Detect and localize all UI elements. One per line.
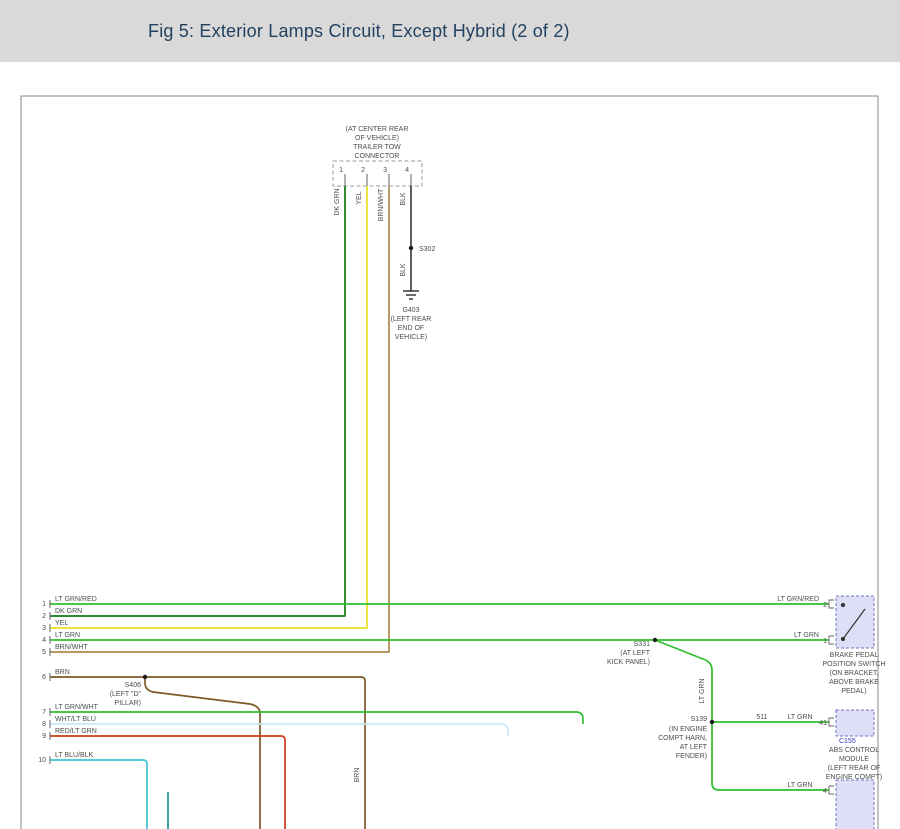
splice-label-s331: S331 — [634, 641, 650, 648]
pin-tick — [829, 600, 834, 608]
wire-label-dk-grn-vertical: DK GRN — [334, 188, 341, 215]
wire-lt-blu-blk — [50, 760, 147, 829]
wire-number: 1 — [42, 601, 46, 608]
wire-number: 2 — [42, 613, 46, 620]
wire-number: 4 — [42, 637, 46, 644]
wire-label-brn-wht-vertical: BRN/WHT — [378, 188, 385, 221]
wire-label-yel-vertical: YEL — [356, 191, 363, 204]
wire-label-blk-lower: BLK — [400, 263, 407, 277]
svg-text:OF VEHICLE): OF VEHICLE) — [355, 135, 399, 142]
wire-number: 7 — [42, 709, 46, 716]
pin-tick — [829, 718, 834, 726]
svg-text:PEDAL): PEDAL) — [841, 688, 866, 695]
wire-yel — [50, 186, 367, 628]
wire-label-lt-grn-vertical: LT GRN — [699, 678, 706, 703]
pin-number: 2 — [361, 167, 365, 174]
wire-number: 6 — [42, 674, 46, 681]
svg-text:(LEFT REAR OF: (LEFT REAR OF — [828, 765, 880, 772]
wire-label: WHT/LT BLU — [55, 716, 96, 723]
connector-label-c155[interactable]: C155 — [839, 738, 856, 745]
wire-brn-s406-branch — [145, 677, 260, 829]
abs-module-caption: ABS CONTROL — [829, 747, 879, 754]
abs-module-box — [836, 710, 874, 736]
svg-text:KICK PANEL): KICK PANEL) — [607, 659, 650, 666]
splice-dot-s302 — [409, 246, 413, 250]
wire-dk-grn — [50, 186, 345, 616]
ground-label-g403: G403 — [402, 307, 419, 314]
splice-dot-s331 — [653, 638, 657, 642]
wire-brn — [50, 677, 365, 829]
wire-label-blk-vertical: BLK — [400, 192, 407, 206]
trailer-connector-location: (AT CENTER REAR — [346, 126, 409, 133]
svg-text:COMPT HARN,: COMPT HARN, — [658, 735, 707, 742]
splice-label-s139: S139 — [691, 716, 707, 723]
trailer-connector-name: TRAILER TOW — [353, 144, 401, 151]
wire-label-brn-vertical: BRN — [354, 768, 361, 783]
wire-number: 9 — [42, 733, 46, 740]
wire-label: LT BLU/BLK — [55, 752, 94, 759]
wiring-diagram: (AT CENTER REAR OF VEHICLE) TRAILER TOW … — [0, 62, 900, 829]
wire-label: BRN/WHT — [55, 644, 88, 651]
diagram-frame — [21, 96, 878, 829]
svg-text:FENDER): FENDER) — [676, 753, 707, 760]
wire-label: LT GRN — [55, 632, 80, 639]
bottom-connector-box — [836, 780, 874, 829]
wire-label: DK GRN — [55, 608, 82, 615]
brake-switch-caption: BRAKE PEDAL — [830, 652, 879, 659]
wire-label: LT GRN/RED — [55, 596, 97, 603]
wire-label: BRN — [55, 669, 70, 676]
svg-text:AT LEFT: AT LEFT — [680, 744, 708, 751]
figure-title: Fig 5: Exterior Lamps Circuit, Except Hy… — [148, 21, 570, 42]
wire-label-brake-top: LT GRN/RED — [777, 596, 819, 603]
wire-number: 3 — [42, 625, 46, 632]
svg-text:(ON BRACKET,: (ON BRACKET, — [829, 670, 878, 677]
svg-text:ABOVE BRAKE: ABOVE BRAKE — [829, 679, 879, 686]
pin-number: 2 — [823, 602, 827, 609]
pin-number: 4 — [823, 788, 827, 795]
svg-text:VEHICLE): VEHICLE) — [395, 334, 427, 341]
svg-text:(IN ENGINE: (IN ENGINE — [669, 726, 707, 733]
splice-dot-s139 — [710, 720, 714, 724]
wire-label-brake-bottom: LT GRN — [794, 632, 819, 639]
wire-label-abs: LT GRN — [787, 714, 812, 721]
pin-number: 1 — [339, 167, 343, 174]
splice-label-s302: S302 — [419, 246, 435, 253]
wire-label-bottom: LT GRN — [787, 782, 812, 789]
svg-text:PILLAR): PILLAR) — [115, 700, 141, 707]
pin-tick — [829, 636, 834, 644]
wire-label: LT GRN/WHT — [55, 704, 99, 711]
svg-text:CONNECTOR: CONNECTOR — [355, 153, 400, 160]
wire-label: RED/LT GRN — [55, 728, 97, 735]
pin-number: 3 — [383, 167, 387, 174]
splice-label-s406: S406 — [125, 682, 141, 689]
ground-symbol-g403 — [403, 291, 419, 299]
wire-brn-wht — [50, 186, 389, 652]
wire-number: 8 — [42, 721, 46, 728]
svg-text:POSITION SWITCH: POSITION SWITCH — [823, 661, 886, 668]
figure-title-bar: Fig 5: Exterior Lamps Circuit, Except Hy… — [0, 0, 900, 62]
trailer-connector-pin-ticks — [345, 174, 411, 186]
svg-text:(LEFT "D": (LEFT "D" — [110, 691, 142, 698]
wire-number: 5 — [42, 649, 46, 656]
svg-text:(LEFT REAR: (LEFT REAR — [391, 316, 432, 323]
wire-wht-lt-blu — [50, 724, 508, 736]
pin-number: 1 — [823, 638, 827, 645]
svg-text:(AT LEFT: (AT LEFT — [620, 650, 650, 657]
pin-number: 4 — [405, 167, 409, 174]
svg-text:END OF: END OF — [398, 325, 424, 332]
pin-number: 41 — [819, 720, 827, 727]
circuit-number: 511 — [756, 714, 767, 721]
splice-dot-s406 — [143, 675, 147, 679]
trailer-tow-connector: (AT CENTER REAR OF VEHICLE) TRAILER TOW … — [333, 126, 422, 186]
pin-tick — [829, 786, 834, 794]
wire-label: YEL — [55, 620, 68, 627]
svg-text:MODULE: MODULE — [839, 756, 869, 763]
wire-number: 10 — [38, 757, 46, 764]
wire-lt-grn-wht — [50, 712, 583, 724]
